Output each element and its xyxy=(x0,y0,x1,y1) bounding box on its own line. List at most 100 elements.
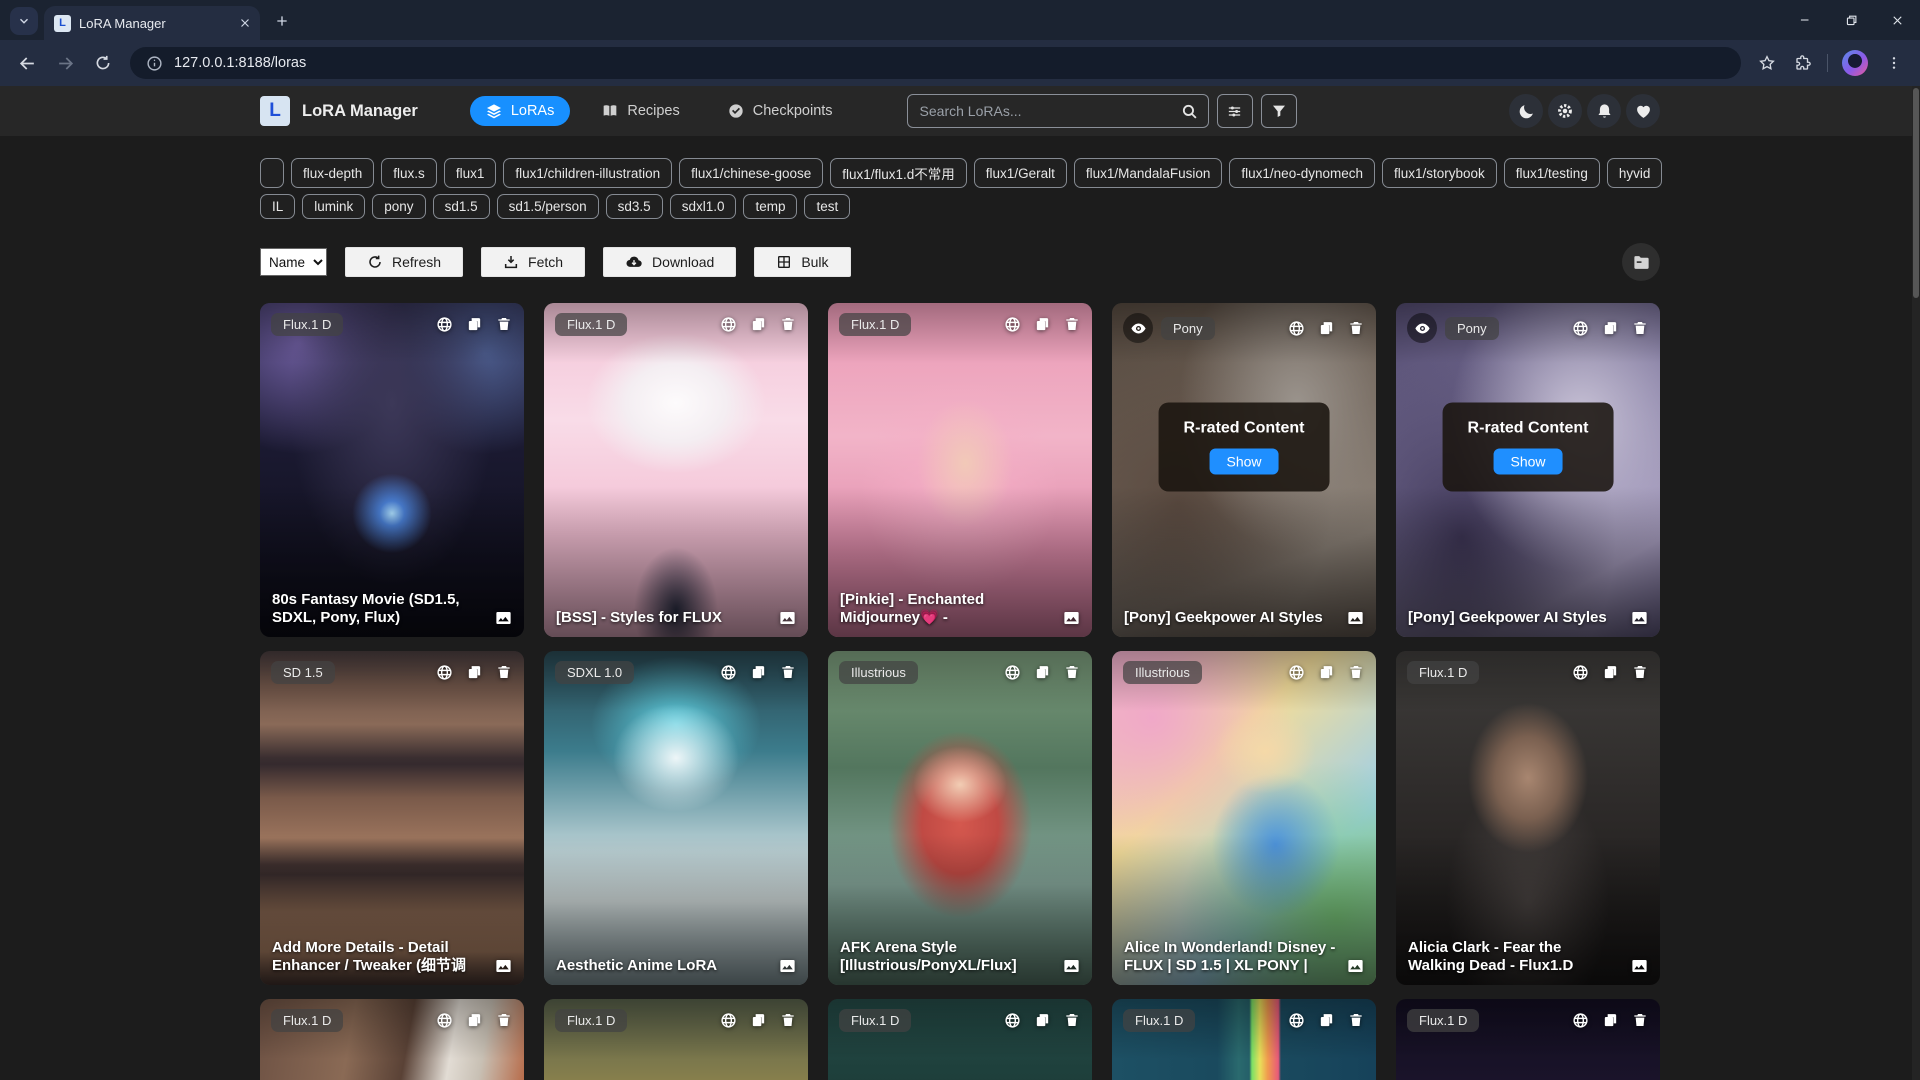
copy-icon[interactable] xyxy=(1034,316,1051,333)
lora-card[interactable]: Flux.1 D xyxy=(260,999,524,1080)
trash-icon[interactable] xyxy=(496,1012,512,1029)
copy-icon[interactable] xyxy=(1318,1012,1335,1029)
copy-icon[interactable] xyxy=(466,1012,483,1029)
picture-icon[interactable] xyxy=(1346,957,1365,975)
trash-icon[interactable] xyxy=(780,664,796,681)
lora-card[interactable]: Flux.1 D xyxy=(828,999,1092,1080)
civitai-globe-icon[interactable] xyxy=(720,316,737,333)
new-tab-button[interactable] xyxy=(268,7,296,35)
picture-icon[interactable] xyxy=(1062,957,1081,975)
trash-icon[interactable] xyxy=(1632,320,1648,337)
picture-icon[interactable] xyxy=(778,609,797,627)
tag-filter-pill[interactable]: flux1/children-illustration xyxy=(503,158,672,188)
show-content-button[interactable]: Show xyxy=(1493,448,1562,474)
copy-icon[interactable] xyxy=(1602,320,1619,337)
trash-icon[interactable] xyxy=(780,316,796,333)
lora-card[interactable]: Flux.1 D 80s Fantasy Movie (SD1.5, SDXL,… xyxy=(260,303,524,637)
lora-card[interactable]: Flux.1 D xyxy=(1396,999,1660,1080)
tab-recipes[interactable]: Recipes xyxy=(586,96,695,126)
lora-card[interactable]: Flux.1 D xyxy=(1112,999,1376,1080)
copy-icon[interactable] xyxy=(1318,320,1335,337)
notifications-button[interactable] xyxy=(1587,94,1621,128)
download-button[interactable]: Download xyxy=(603,247,736,277)
civitai-globe-icon[interactable] xyxy=(1572,664,1589,681)
tag-filter-pill[interactable]: flux1/testing xyxy=(1504,158,1600,188)
visibility-eye-button[interactable] xyxy=(1123,313,1153,343)
copy-icon[interactable] xyxy=(750,664,767,681)
forward-button[interactable] xyxy=(48,46,82,80)
tag-filter-pill[interactable]: temp xyxy=(743,194,797,219)
lora-card[interactable]: Illustrious Alice In Wonderland! Disney … xyxy=(1112,651,1376,985)
tag-filter-pill[interactable]: flux.s xyxy=(381,158,437,188)
trash-icon[interactable] xyxy=(496,316,512,333)
address-bar[interactable]: 127.0.0.1:8188/loras xyxy=(130,47,1741,79)
page-scrollbar[interactable] xyxy=(1912,86,1920,1080)
civitai-globe-icon[interactable] xyxy=(1004,1012,1021,1029)
copy-icon[interactable] xyxy=(1602,664,1619,681)
bookmark-star-icon[interactable] xyxy=(1751,47,1783,79)
trash-icon[interactable] xyxy=(496,664,512,681)
visibility-eye-button[interactable] xyxy=(1407,313,1437,343)
lora-card[interactable]: SDXL 1.0 Aesthetic Anime LoRA xyxy=(544,651,808,985)
trash-icon[interactable] xyxy=(1348,1012,1364,1029)
lora-card[interactable]: Flux.1 D [Pinkie] - Enchanted Midjourney… xyxy=(828,303,1092,637)
tab-checkpoints[interactable]: Checkpoints xyxy=(712,96,849,126)
sort-select[interactable]: Name xyxy=(260,248,327,276)
show-content-button[interactable]: Show xyxy=(1209,448,1278,474)
civitai-globe-icon[interactable] xyxy=(720,1012,737,1029)
tag-filter-pill[interactable]: flux1/chinese-goose xyxy=(679,158,823,188)
lora-card[interactable]: Flux.1 D [BSS] - Styles for FLUX xyxy=(544,303,808,637)
lora-card[interactable]: Pony R-rated Content Show [Pony] Geekpow… xyxy=(1396,303,1660,637)
copy-icon[interactable] xyxy=(1318,664,1335,681)
sort-options-button[interactable] xyxy=(1217,94,1253,128)
lora-card[interactable]: Flux.1 D Alicia Clark - Fear the Walking… xyxy=(1396,651,1660,985)
tag-filter-pill[interactable]: flux1/MandalaFusion xyxy=(1074,158,1223,188)
trash-icon[interactable] xyxy=(1064,664,1080,681)
tag-filter-pill[interactable]: flux1 xyxy=(444,158,497,188)
tag-filter-pill[interactable]: sd3.5 xyxy=(606,194,663,219)
tag-filter-pill[interactable]: flux1/Geralt xyxy=(974,158,1067,188)
scrollbar-thumb[interactable] xyxy=(1913,88,1919,298)
picture-icon[interactable] xyxy=(494,609,513,627)
tag-filter-pill[interactable]: flux1/storybook xyxy=(1382,158,1497,188)
copy-icon[interactable] xyxy=(1034,1012,1051,1029)
minimize-button[interactable] xyxy=(1782,0,1828,40)
picture-icon[interactable] xyxy=(778,957,797,975)
trash-icon[interactable] xyxy=(1632,664,1648,681)
tag-filter-pill[interactable]: flux1/neo-dynomech xyxy=(1229,158,1375,188)
picture-icon[interactable] xyxy=(1062,609,1081,627)
bulk-button[interactable]: Bulk xyxy=(754,247,850,277)
civitai-globe-icon[interactable] xyxy=(1004,316,1021,333)
lora-card[interactable]: Flux.1 D xyxy=(544,999,808,1080)
picture-icon[interactable] xyxy=(1630,957,1649,975)
theme-toggle-button[interactable] xyxy=(1509,94,1543,128)
copy-icon[interactable] xyxy=(1602,1012,1619,1029)
reload-button[interactable] xyxy=(86,46,120,80)
civitai-globe-icon[interactable] xyxy=(436,316,453,333)
civitai-globe-icon[interactable] xyxy=(720,664,737,681)
tag-filter-pill[interactable]: sd1.5 xyxy=(433,194,490,219)
browser-menu-icon[interactable] xyxy=(1878,47,1910,79)
civitai-globe-icon[interactable] xyxy=(1572,320,1589,337)
lora-card[interactable]: SD 1.5 Add More Details - Detail Enhance… xyxy=(260,651,524,985)
restore-button[interactable] xyxy=(1828,0,1874,40)
fetch-button[interactable]: Fetch xyxy=(481,247,585,277)
civitai-globe-icon[interactable] xyxy=(1572,1012,1589,1029)
civitai-globe-icon[interactable] xyxy=(436,1012,453,1029)
copy-icon[interactable] xyxy=(750,1012,767,1029)
trash-icon[interactable] xyxy=(780,1012,796,1029)
picture-icon[interactable] xyxy=(1630,609,1649,627)
tab-search-button[interactable] xyxy=(10,7,38,35)
trash-icon[interactable] xyxy=(1632,1012,1648,1029)
refresh-button[interactable]: Refresh xyxy=(345,247,463,277)
trash-icon[interactable] xyxy=(1064,316,1080,333)
filter-button[interactable] xyxy=(1261,94,1297,128)
tab-loras[interactable]: LoRAs xyxy=(470,96,571,126)
civitai-globe-icon[interactable] xyxy=(1288,664,1305,681)
copy-icon[interactable] xyxy=(750,316,767,333)
tag-filter-pill[interactable]: flux-depth xyxy=(291,158,374,188)
civitai-globe-icon[interactable] xyxy=(1004,664,1021,681)
favorites-button[interactable] xyxy=(1626,94,1660,128)
tag-filter-pill[interactable] xyxy=(260,158,284,188)
profile-avatar[interactable] xyxy=(1842,50,1868,76)
